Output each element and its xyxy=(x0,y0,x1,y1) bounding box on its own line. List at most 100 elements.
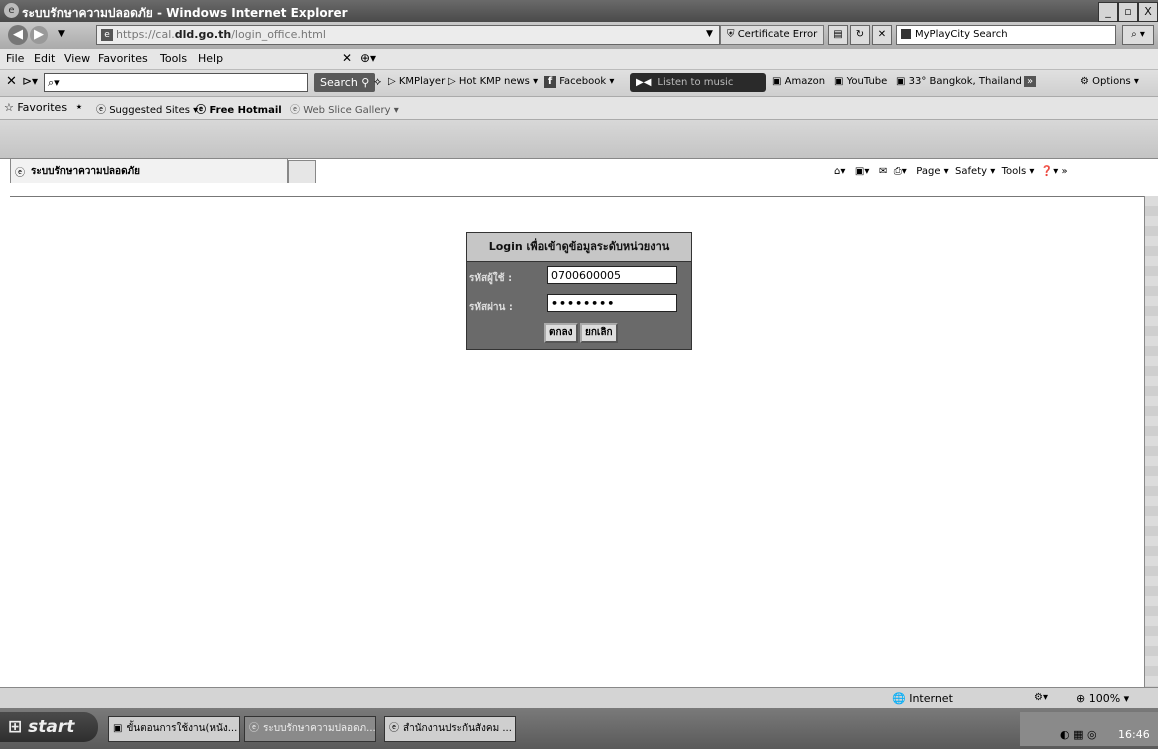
command-bar: ⌂▾ ▣▾ ✉ ⎙▾ Page ▾ Safety ▾ Tools ▾ ❓▾ » xyxy=(834,166,1068,177)
favorites-button[interactable]: ☆ Favorites xyxy=(4,101,67,114)
suggested-sites-label: Suggested Sites ▾ xyxy=(109,105,199,116)
toolbar-kmplayer[interactable]: ▷ KMPlayer xyxy=(388,76,445,87)
history-dropdown-icon[interactable]: ▼ xyxy=(58,29,65,39)
myplaycity-search-placeholder: MyPlayCity Search xyxy=(915,29,1008,40)
vertical-scrollbar[interactable] xyxy=(1144,196,1158,696)
back-button[interactable]: ◀ xyxy=(8,25,28,45)
youtube-label: YouTube xyxy=(846,76,888,87)
new-tab-button[interactable] xyxy=(288,160,316,183)
more-chevron-icon[interactable]: » xyxy=(1024,76,1037,87)
taskbar: ⊞ start ▣ ขั้นตอนการใช้งาน(หนัง... ⓔ ระบบร… xyxy=(0,708,1158,749)
menu-view[interactable]: View xyxy=(64,52,90,65)
login-panel: Login เพื่อเข้าดูข้อมูลระดับหน่วยงาน รหั… xyxy=(466,232,692,350)
fav-suggested-sites[interactable]: ⓔ Suggested Sites ▾ xyxy=(96,101,198,116)
cmd-tools[interactable]: Tools ▾ xyxy=(1002,166,1035,177)
menu-favorites[interactable]: Favorites xyxy=(98,52,148,65)
zoom-control[interactable]: ⊕ 100% ▾ xyxy=(1076,692,1129,705)
maximize-button[interactable]: ▫ xyxy=(1118,2,1138,22)
toolbar-options[interactable]: ⚙ Options ▾ xyxy=(1080,76,1139,87)
mail-icon[interactable]: ✉ xyxy=(879,166,887,177)
menu-tools[interactable]: Tools xyxy=(160,52,187,65)
help-icon[interactable]: ❓▾ xyxy=(1041,166,1058,177)
address-field[interactable]: e https://cal.dld.go.th/login_office.html xyxy=(96,25,720,45)
feeds-icon[interactable]: ▣▾ xyxy=(855,166,869,177)
weather-label: 33° Bangkok, Thailand ▾ xyxy=(908,76,1031,87)
tab-row xyxy=(0,120,1158,159)
password-input[interactable] xyxy=(547,294,677,312)
toolbar-youtube[interactable]: ▣ YouTube xyxy=(834,76,887,87)
system-tray: ◐ ▦ ◎ 16:46 xyxy=(1020,712,1158,746)
certificate-error-button[interactable]: ⛨ Certificate Error xyxy=(720,25,825,45)
clock[interactable]: 16:46 xyxy=(1118,728,1150,741)
menu-bar: File Edit View Favorites Tools Help ✕ ⊕▾ xyxy=(0,49,1158,70)
username-input[interactable] xyxy=(547,266,677,284)
doc-icon: ▣ xyxy=(113,723,123,734)
tab-active[interactable]: ⓔ ระบบรักษาความปลอดภัย xyxy=(10,158,288,183)
start-button[interactable]: ⊞ start xyxy=(0,712,98,742)
translate-icon[interactable]: ⊕▾ xyxy=(360,51,376,65)
task-social-security[interactable]: ⓔ สำนักงานประกันสังคม ... xyxy=(384,716,516,742)
zone-indicator: 🌐 Internet xyxy=(892,692,953,705)
login-title: Login เพื่อเข้าดูข้อมูลระดับหน่วยงาน xyxy=(467,233,691,262)
kmp-logo-icon[interactable]: ⊳▾ xyxy=(22,74,38,88)
refresh-icon[interactable]: ↻ xyxy=(850,25,870,45)
zone-label: Internet xyxy=(909,692,953,705)
toolbar-amazon[interactable]: ▣ Amazon xyxy=(772,76,825,87)
ie-task2-icon: ⓔ xyxy=(389,723,399,734)
toolbar-weather[interactable]: ▣ 33° Bangkok, Thailand ▾ xyxy=(896,76,1030,87)
ok-button[interactable]: ตกลง xyxy=(544,323,578,343)
status-bar: 🌐 Internet ⚙▾ ⊕ 100% ▾ xyxy=(0,687,1158,709)
toolbar-facebook[interactable]: f Facebook ▾ xyxy=(544,76,614,88)
task-ie-security[interactable]: ⓔ ระบบรักษาความปลอดภ... xyxy=(244,716,376,742)
cmd-page[interactable]: Page ▾ xyxy=(916,166,948,177)
fav-free-hotmail[interactable]: ⓔ Free Hotmail xyxy=(196,101,282,116)
address-dropdown-icon[interactable]: ▼ xyxy=(706,29,713,39)
minimize-button[interactable]: _ xyxy=(1098,2,1118,22)
url-domain: dld.go.th xyxy=(174,28,232,41)
toolbar-hot-kmp-news[interactable]: ▷ Hot KMP news ▾ xyxy=(448,76,538,87)
start-label: start xyxy=(28,717,75,737)
facebook-icon: f xyxy=(544,76,556,88)
close-toolbar-icon[interactable]: ✕ xyxy=(342,51,352,65)
overflow-icon[interactable]: » xyxy=(1061,166,1067,177)
cmd-safety[interactable]: Safety ▾ xyxy=(955,166,995,177)
toolbar-search-input[interactable]: ⌕▾ xyxy=(44,73,308,92)
cancel-button[interactable]: ยกเลิก xyxy=(580,323,618,343)
close-toolbar-x-icon[interactable]: ✕ xyxy=(6,74,17,89)
kmplayer-label: KMPlayer xyxy=(398,76,446,87)
protected-mode-icon[interactable]: ⚙▾ xyxy=(1034,692,1048,703)
search-icon[interactable]: ⌕ ▾ xyxy=(1122,25,1154,45)
page-icon: e xyxy=(101,29,113,41)
listen-to-music-widget[interactable]: ▶◀ Listen to music xyxy=(630,73,766,92)
print-icon[interactable]: ⎙▾ xyxy=(894,166,907,177)
home-icon[interactable]: ⌂▾ xyxy=(834,166,845,177)
hot-kmp-news-label: Hot KMP news ▾ xyxy=(458,76,539,87)
windows-logo-icon: ⊞ xyxy=(8,717,23,737)
separator-icon: ⟡ xyxy=(374,75,382,88)
compatibility-view-icon[interactable]: ▤ xyxy=(828,25,848,45)
add-favorite-icon[interactable]: ⭑ xyxy=(76,100,82,114)
favorites-bar: ☆ Favorites ⭑ ⓔ Suggested Sites ▾ ⓔ Free… xyxy=(0,97,1158,120)
toolbar-search-button[interactable]: Search ⚲ xyxy=(314,73,376,92)
ie-task-icon: ⓔ xyxy=(249,723,259,734)
fav-web-slice-gallery[interactable]: ⓔ Web Slice Gallery ▾ xyxy=(290,101,399,116)
listen-label: Listen to music xyxy=(657,77,734,88)
forward-button[interactable]: ▶ xyxy=(30,26,48,44)
facebook-label: Facebook ▾ xyxy=(559,76,615,87)
url-path: /login_office.html xyxy=(231,28,326,41)
task-document[interactable]: ▣ ขั้นตอนการใช้งาน(หนัง... xyxy=(108,716,240,742)
tray-icons[interactable]: ◐ ▦ ◎ xyxy=(1060,728,1097,741)
magnifier-icon: ⌕▾ xyxy=(48,76,60,89)
close-window-button[interactable]: X xyxy=(1138,2,1158,22)
title-bar: e ระบบรักษาความปลอดภัย - Windows Interne… xyxy=(0,0,1158,22)
amazon-label: Amazon xyxy=(784,76,826,87)
ie-logo-icon: e xyxy=(4,3,19,18)
myplaycity-search-field[interactable]: MyPlayCity Search xyxy=(896,25,1116,45)
menu-edit[interactable]: Edit xyxy=(34,52,55,65)
menu-file[interactable]: File xyxy=(6,52,24,65)
stop-icon[interactable]: ✕ xyxy=(872,25,892,45)
menu-help[interactable]: Help xyxy=(198,52,223,65)
task-social-security-label: สำนักงานประกันสังคม ... xyxy=(403,723,512,734)
user-label: รหัสผู้ใช้ : xyxy=(469,273,513,284)
task-document-label: ขั้นตอนการใช้งาน(หนัง... xyxy=(126,723,238,734)
